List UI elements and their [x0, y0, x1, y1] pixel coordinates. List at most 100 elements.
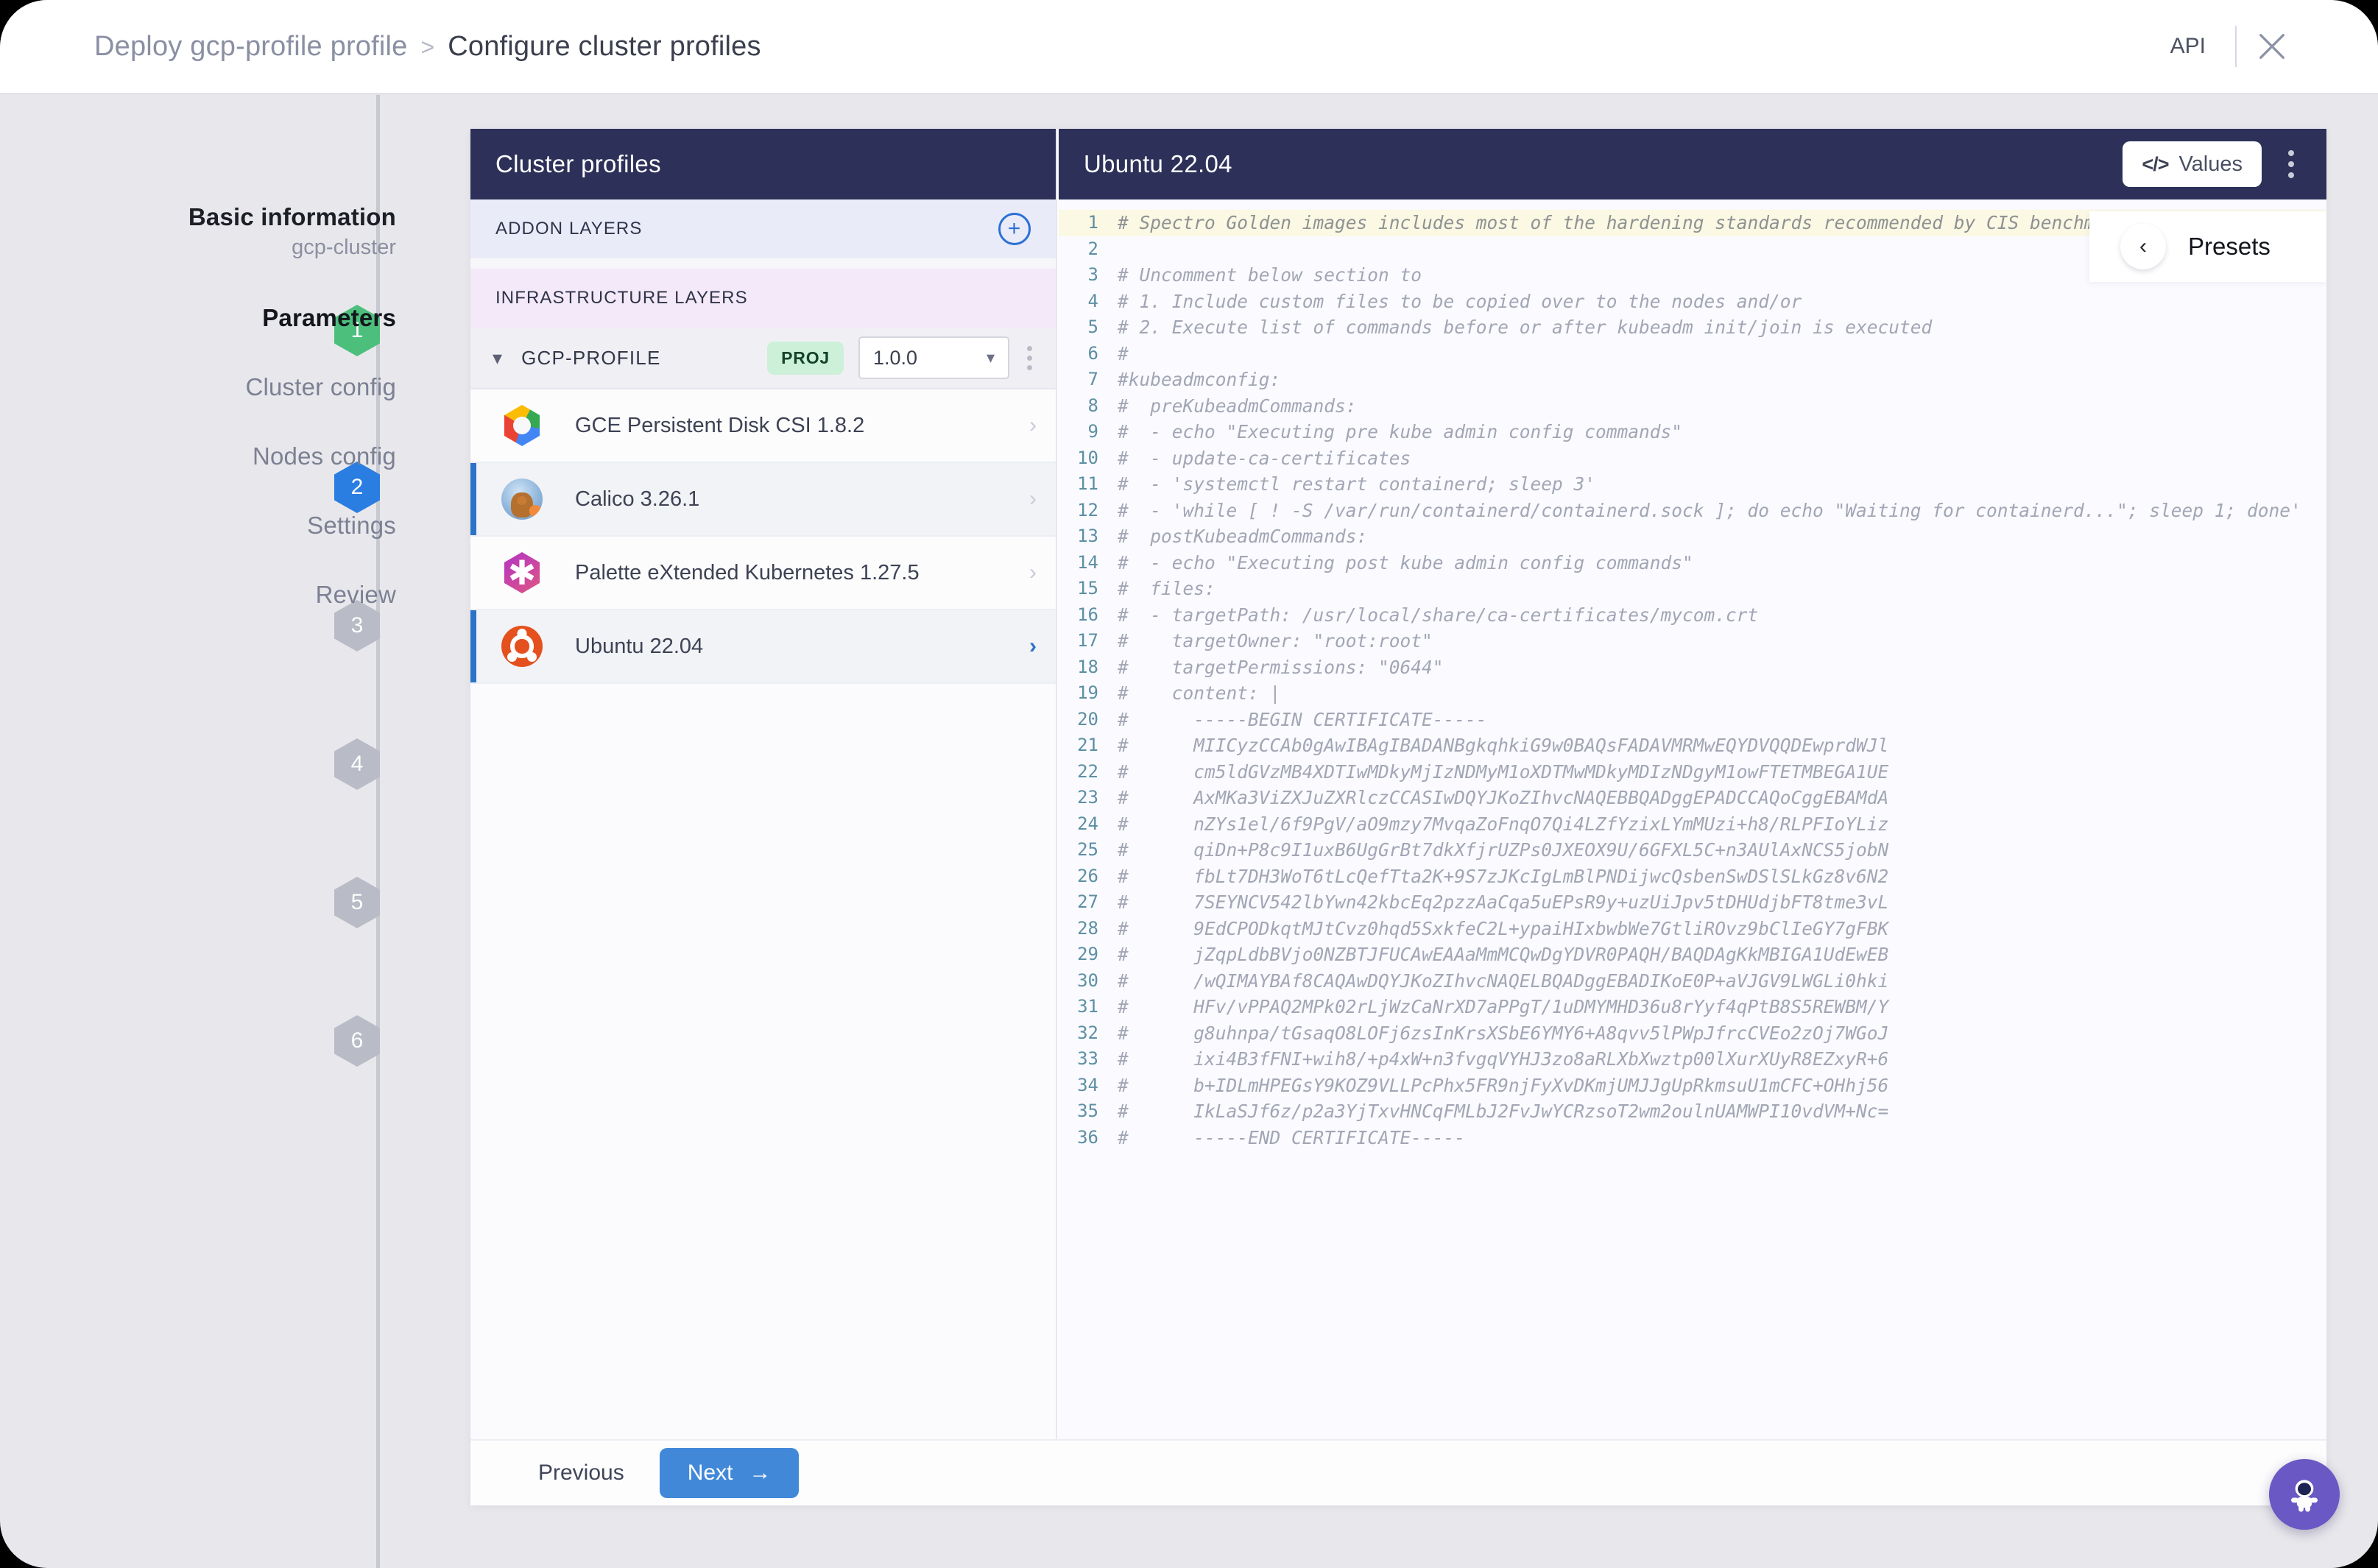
code-editor[interactable]: 1 # Spectro Golden images includes most o… [1059, 199, 2326, 1505]
code-line: 5 # 2. Execute list of commands before or… [1059, 314, 2326, 341]
values-button-label: Values [2178, 152, 2243, 176]
breadcrumb-parent[interactable]: Deploy gcp-profile profile [94, 31, 408, 63]
sidebar-item-basic-information[interactable]: Basic information gcp-cluster 1 [0, 198, 442, 356]
code-line: 25 # qiDn+P8c9I1uxB6UgGrBt7dkXfjrUZPs0JXE… [1059, 837, 2326, 864]
line-number: 32 [1077, 1022, 1098, 1043]
addon-layers-label: ADDON LAYERS [495, 219, 643, 239]
values-button[interactable]: </> Values [2123, 141, 2262, 187]
line-number: 8 [1087, 395, 1098, 416]
selection-accent [470, 463, 476, 535]
chevron-down-icon[interactable]: ▾ [493, 347, 502, 370]
step-badge-4: 4 [334, 738, 380, 790]
kebab-menu-icon[interactable] [1020, 343, 1040, 373]
step-title: Parameters [262, 304, 396, 331]
line-number: 24 [1077, 813, 1098, 834]
line-number: 22 [1077, 760, 1098, 782]
line-text: #kubeadmconfig: [1118, 369, 1281, 390]
line-text: # preKubeadmCommands: [1118, 395, 1357, 417]
line-number: 18 [1077, 656, 1098, 677]
chevron-right-icon: › [1029, 634, 1037, 658]
line-text: # files: [1118, 578, 1216, 599]
step-title: Review [315, 581, 396, 608]
code-line: 20 # -----BEGIN CERTIFICATE----- [1059, 707, 2326, 733]
help-astronaut-button[interactable] [2269, 1459, 2340, 1530]
sidebar-item-nodes-config[interactable]: Nodes config 4 [0, 423, 442, 790]
profile-row-gcp-profile[interactable]: ▾ GCP-PROFILE PROJ 1.0.0 ▾ [470, 328, 1056, 389]
sidebar-item-settings[interactable]: Settings 5 [0, 492, 442, 928]
layer-name: Calico 3.26.1 [575, 487, 700, 511]
code-line: 15 # files: [1059, 576, 2326, 602]
chevron-left-icon[interactable]: ‹ [2120, 224, 2166, 269]
line-text: # b+IDLmHPEGsY9KOZ9VLLPcPhx5FR9njFyXvDKm… [1118, 1074, 1889, 1096]
line-number: 19 [1077, 682, 1098, 703]
code-line: 4 # 1. Include custom files to be copied … [1059, 289, 2326, 315]
version-select[interactable]: 1.0.0 ▾ [858, 336, 1009, 379]
line-text: # - targetPath: /usr/local/share/ca-cert… [1118, 604, 1759, 626]
line-number: 10 [1077, 447, 1098, 468]
code-brackets-icon: </> [2142, 152, 2169, 175]
presets-panel[interactable]: ‹ Presets [2089, 211, 2326, 282]
code-line: 28 # 9EdCPODkqtMJtCvz0hqd5SxkfeC2L+ypaiHI… [1059, 916, 2326, 942]
version-value: 1.0.0 [873, 346, 918, 369]
line-text: # -----BEGIN CERTIFICATE----- [1118, 708, 1487, 730]
next-button[interactable]: Next → [659, 1448, 800, 1498]
selection-accent [470, 389, 476, 462]
infrastructure-layers-label: INFRASTRUCTURE LAYERS [495, 288, 748, 308]
code-line: 34 # b+IDLmHPEGsY9KOZ9VLLPcPhx5FR9njFyXvD… [1059, 1073, 2326, 1099]
addon-layers-section-header: ADDON LAYERS + [470, 199, 1056, 258]
layer-editor-pane: Ubuntu 22.04 </> Values 1 # Spectro Golde… [1059, 129, 2326, 1505]
line-text: # - echo "Executing pre kube admin confi… [1118, 421, 1683, 442]
line-number: 15 [1077, 578, 1098, 598]
list-item[interactable]: ✱ Palette eXtended Kubernetes 1.27.5 › [470, 537, 1056, 610]
line-text: # 7SEYNCV542lbYwn42kbcEq2pzzAaCqa5uEPsR9… [1118, 891, 1889, 913]
step-subtitle: gcp-cluster [292, 235, 396, 259]
code-line: 30 # /wQIMAYBAf8CAQAwDQYJKoZIhvcNAQELBQAD… [1059, 968, 2326, 995]
layer-name: Ubuntu 22.04 [575, 634, 704, 658]
list-item[interactable]: GCE Persistent Disk CSI 1.8.2 › [470, 389, 1056, 463]
code-line: 6 # [1059, 341, 2326, 367]
kebab-menu-icon[interactable] [2281, 146, 2301, 183]
selection-accent [470, 610, 476, 682]
step-title: Cluster config [245, 373, 396, 400]
code-line: 19 # content: | [1059, 680, 2326, 707]
line-number: 25 [1077, 839, 1098, 860]
sidebar-item-parameters[interactable]: Parameters 2 [0, 285, 442, 513]
code-line: 12 # - 'while [ ! -S /var/run/containerd/… [1059, 498, 2326, 524]
line-text: # cm5ldGVzMB4XDTIwMDkyMjIzNDMyM1oXDTMwMD… [1118, 760, 1889, 783]
code-line: 13 # postKubeadmCommands: [1059, 523, 2326, 550]
arrow-right-icon: → [749, 1461, 772, 1485]
line-number: 1 [1087, 212, 1098, 233]
line-number: 33 [1077, 1048, 1098, 1069]
cluster-profiles-header: Cluster profiles [470, 129, 1056, 199]
sidebar-item-cluster-config[interactable]: Cluster config 3 [0, 354, 442, 651]
line-number: 3 [1087, 264, 1098, 285]
breadcrumb-current: Configure cluster profiles [448, 30, 761, 62]
api-link[interactable]: API [2141, 34, 2235, 59]
sidebar-item-review[interactable]: Review 6 [0, 562, 442, 1067]
line-number: 4 [1087, 290, 1098, 311]
line-text: # content: | [1118, 682, 1281, 704]
astronaut-icon [2291, 1480, 2318, 1512]
line-number: 30 [1077, 970, 1098, 991]
line-text: # - 'while [ ! -S /var/run/containerd/co… [1118, 499, 2301, 521]
line-text: # g8uhnpa/tGsaqO8LOFj6zsInKrsXSbE6YMY6+A… [1118, 1022, 1889, 1044]
list-item[interactable]: Ubuntu 22.04 › [470, 610, 1056, 684]
app-root: Deploy gcp-profile profile > Configure c… [0, 0, 2378, 1568]
line-number: 23 [1077, 787, 1098, 808]
line-text: # MIICyzCCAb0gAwIBAgIBADANBgkqhkiG9w0BAQ… [1118, 735, 1889, 756]
previous-button[interactable]: Previous [519, 1453, 643, 1493]
code-body[interactable]: 1 # Spectro Golden images includes most o… [1059, 199, 2326, 1151]
list-item[interactable]: Calico 3.26.1 › [470, 463, 1056, 537]
line-text: # - 'systemctl restart containerd; sleep… [1118, 473, 1596, 495]
code-line: 24 # nZYs1el/6f9PgV/aO9mzy7MvqaZoFnqO7Qi4… [1059, 811, 2326, 838]
close-icon[interactable] [2237, 11, 2307, 82]
line-text: # 9EdCPODkqtMJtCvz0hqd5SxkfeC2L+ypaiHIxb… [1118, 917, 1889, 939]
line-text: # postKubeadmCommands: [1118, 526, 1368, 547]
line-text: # - echo "Executing post kube admin conf… [1118, 551, 1693, 573]
line-text: # IkLaSJf6z/p2a3YjTxvHNCqFMLbJ2FvJwYCRzs… [1118, 1101, 1889, 1122]
code-line: 26 # fbLt7DH3WoT6tLcQefTta2K+9S7zJKcIgLmB… [1059, 864, 2326, 890]
line-number: 34 [1077, 1074, 1098, 1095]
line-number: 11 [1077, 473, 1098, 494]
selection-accent [470, 537, 476, 609]
plus-circle-icon[interactable]: + [998, 213, 1031, 245]
